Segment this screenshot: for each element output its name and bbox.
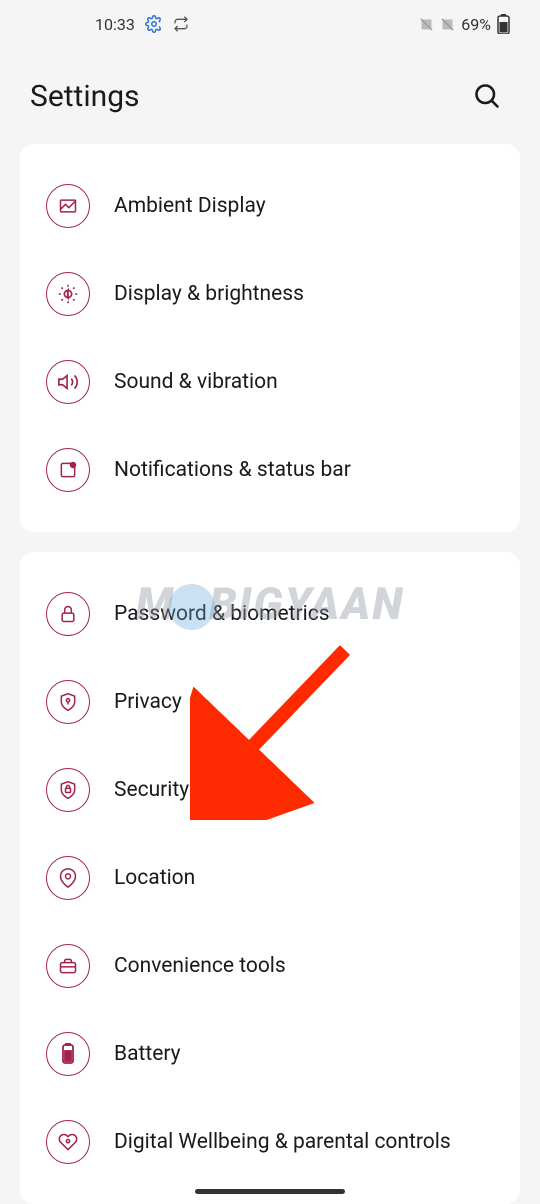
page-title: Settings <box>30 79 140 114</box>
header: Settings <box>0 48 540 144</box>
search-icon <box>473 82 501 110</box>
heart-icon <box>46 1120 90 1164</box>
home-indicator[interactable] <box>195 1189 345 1194</box>
battery-icon <box>497 14 510 34</box>
no-sim-icon <box>419 17 434 32</box>
setting-password-biometrics[interactable]: Password & biometrics <box>20 570 520 658</box>
setting-label: Notifications & status bar <box>114 458 351 482</box>
setting-sound-vibration[interactable]: Sound & vibration <box>20 338 520 426</box>
setting-label: Location <box>114 866 195 890</box>
setting-label: Convenience tools <box>114 954 286 978</box>
setting-label: Sound & vibration <box>114 370 278 394</box>
location-pin-icon <box>46 856 90 900</box>
no-sim-icon-2 <box>440 17 455 32</box>
lock-icon <box>46 592 90 636</box>
search-button[interactable] <box>469 78 505 114</box>
setting-label: Ambient Display <box>114 194 266 218</box>
status-left: 10:33 <box>95 15 189 34</box>
setting-notifications-status-bar[interactable]: Notifications & status bar <box>20 426 520 514</box>
setting-label: Security <box>114 778 189 802</box>
brightness-icon <box>46 272 90 316</box>
loop-icon <box>173 16 189 32</box>
battery-vert-icon <box>46 1032 90 1076</box>
battery-percent: 69% <box>461 15 491 34</box>
setting-display-brightness[interactable]: Display & brightness <box>20 250 520 338</box>
settings-gear-icon <box>145 15 163 33</box>
settings-group-1: Ambient Display Display & brightness Sou… <box>20 144 520 532</box>
setting-label: Battery <box>114 1042 181 1066</box>
setting-digital-wellbeing[interactable]: Digital Wellbeing & parental controls <box>20 1098 520 1186</box>
setting-ambient-display[interactable]: Ambient Display <box>20 162 520 250</box>
setting-security[interactable]: Security <box>20 746 520 834</box>
notification-icon <box>46 448 90 492</box>
setting-battery[interactable]: Battery <box>20 1010 520 1098</box>
settings-group-2: Password & biometrics Privacy Security L… <box>20 552 520 1204</box>
setting-label: Digital Wellbeing & parental controls <box>114 1130 451 1154</box>
setting-label: Password & biometrics <box>114 602 330 626</box>
shield-lock-icon <box>46 768 90 812</box>
setting-location[interactable]: Location <box>20 834 520 922</box>
setting-label: Display & brightness <box>114 282 304 306</box>
shield-key-icon <box>46 680 90 724</box>
image-icon <box>46 184 90 228</box>
status-right: 69% <box>419 14 510 34</box>
setting-convenience-tools[interactable]: Convenience tools <box>20 922 520 1010</box>
setting-privacy[interactable]: Privacy <box>20 658 520 746</box>
status-bar: 10:33 69% <box>0 0 540 48</box>
toolbox-icon <box>46 944 90 988</box>
setting-label: Privacy <box>114 690 182 714</box>
status-time: 10:33 <box>95 15 135 34</box>
sound-icon <box>46 360 90 404</box>
